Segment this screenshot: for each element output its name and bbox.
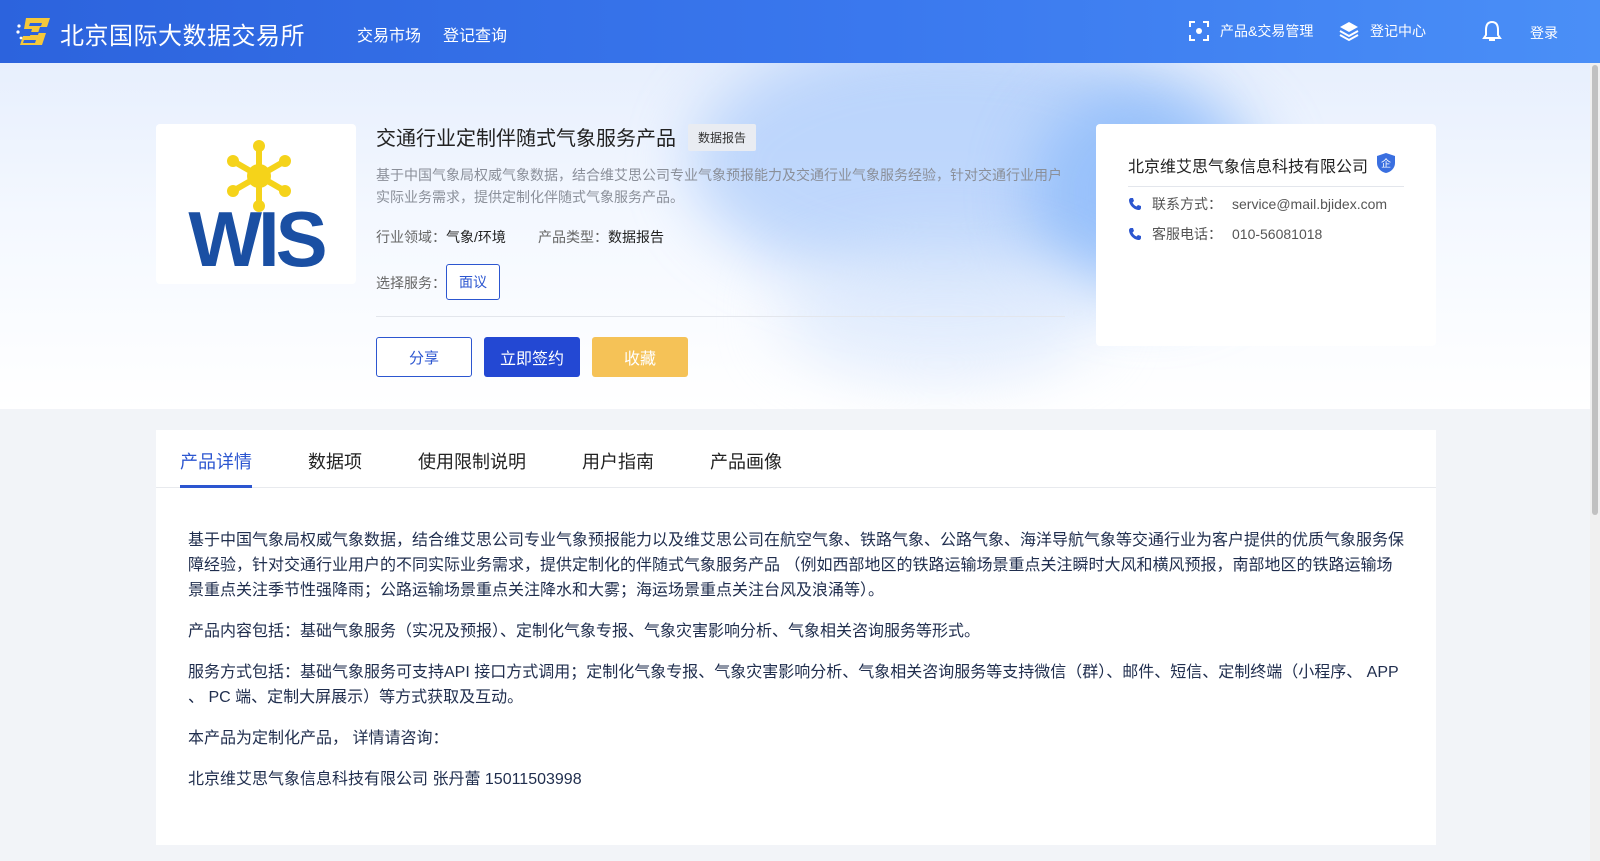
sign-now-button[interactable]: 立即签约 <box>484 337 580 377</box>
detail-tabs: 产品详情 数据项 使用限制说明 用户指南 产品画像 <box>156 430 1436 488</box>
industry-value: 气象/环境 <box>446 229 506 245</box>
company-card: 北京维艾思气象信息科技有限公司 企 联系方式： service@mail.bji… <box>1096 124 1436 346</box>
detail-paragraph: 本产品为定制化产品， 详情请咨询： <box>188 730 449 747</box>
page-scrollbar[interactable] <box>1590 63 1600 861</box>
scrollbar-thumb[interactable] <box>1592 65 1598 515</box>
nav-trading-market[interactable]: 交易市场 <box>357 22 421 46</box>
service-option-negotiable[interactable]: 面议 <box>446 264 500 300</box>
tab-data-items[interactable]: 数据项 <box>308 448 362 474</box>
share-button[interactable]: 分享 <box>376 337 472 377</box>
product-trade-mgmt-link[interactable]: 产品&交易管理 <box>1188 20 1313 42</box>
top-header: 北京国际大数据交易所 交易市场 登记查询 产品&交易管理 登记中心 登录 <box>0 0 1600 63</box>
product-summary: 基于中国气象局权威气象数据，结合维艾思公司专业气象预报能力及交通行业气象服务经验… <box>376 167 1062 205</box>
phone-icon <box>1129 198 1141 210</box>
hero-background-glow <box>780 243 1100 383</box>
wis-logo-text: WIS <box>188 195 324 283</box>
company-name[interactable]: 北京维艾思气象信息科技有限公司 <box>1128 153 1368 177</box>
product-type-tag: 数据报告 <box>688 124 757 151</box>
contact-email-row: 联系方式： service@mail.bjidex.com <box>1128 194 1387 214</box>
product-type-field: 产品类型：数据报告 <box>538 227 664 247</box>
product-trade-mgmt-label: 产品&交易管理 <box>1220 23 1314 39</box>
wis-logo-image: WIS <box>188 140 329 283</box>
tab-product-profile[interactable]: 产品画像 <box>710 448 782 474</box>
registry-center-label: 登记中心 <box>1370 23 1426 39</box>
layers-icon <box>1339 22 1359 42</box>
phone-number[interactable]: 010-56081018 <box>1232 226 1322 242</box>
nav-registry-query[interactable]: 登记查询 <box>443 22 507 46</box>
detail-paragraph: 北京维艾思气象信息科技有限公司 张丹蕾 15011503998 <box>188 771 582 788</box>
bjidex-logo-icon[interactable] <box>16 15 52 47</box>
tab-user-guide[interactable]: 用户指南 <box>582 448 654 474</box>
scan-focus-icon <box>1189 21 1209 41</box>
phone-label: 客服电话： <box>1152 226 1222 242</box>
phone-icon <box>1129 228 1141 240</box>
registry-center-link[interactable]: 登记中心 <box>1338 20 1426 42</box>
tab-product-details[interactable]: 产品详情 <box>180 448 252 474</box>
detail-paragraph: 服务方式包括：基础气象服务可支持API 接口方式调用；定制化气象专报、气象灾害影… <box>188 664 1399 706</box>
product-type-value: 数据报告 <box>608 229 664 245</box>
detail-paragraph: 产品内容包括：基础气象服务（实况及预报）、定制化气象专报、气象灾害影响分析、气象… <box>188 623 981 640</box>
favorite-button[interactable]: 收藏 <box>592 337 688 377</box>
product-detail-content: 基于中国气象局权威气象数据，结合维艾思公司专业气象预报能力以及维艾思公司在航空气… <box>188 528 1408 808</box>
contact-email[interactable]: service@mail.bjidex.com <box>1232 196 1387 212</box>
active-tab-indicator <box>180 485 252 488</box>
enterprise-badge-text: 企 <box>1381 157 1391 170</box>
detail-paragraph: 基于中国气象局权威气象数据，结合维艾思公司专业气象预报能力以及维艾思公司在航空气… <box>188 532 1405 599</box>
industry-field: 行业领域：气象/环境 <box>376 227 506 247</box>
contact-phone-row: 客服电话： 010-56081018 <box>1128 224 1322 244</box>
tab-usage-restrictions[interactable]: 使用限制说明 <box>418 448 526 474</box>
enterprise-verified-icon: 企 <box>1377 153 1395 173</box>
product-title: 交通行业定制伴随式气象服务产品 <box>376 128 676 150</box>
site-title[interactable]: 北京国际大数据交易所 <box>60 16 305 51</box>
industry-label: 行业领域： <box>376 229 446 245</box>
login-link[interactable]: 登录 <box>1530 23 1558 43</box>
product-detail-panel: 产品详情 数据项 使用限制说明 用户指南 产品画像 基于中国气象局权威气象数据，… <box>156 430 1436 845</box>
product-image: WIS <box>156 124 356 284</box>
bell-icon[interactable] <box>1482 20 1502 42</box>
card-divider <box>1128 186 1404 187</box>
product-type-label: 产品类型： <box>538 229 608 245</box>
hero-divider <box>376 316 1065 317</box>
contact-label: 联系方式： <box>1152 196 1222 212</box>
service-select-label: 选择服务： <box>376 275 446 291</box>
